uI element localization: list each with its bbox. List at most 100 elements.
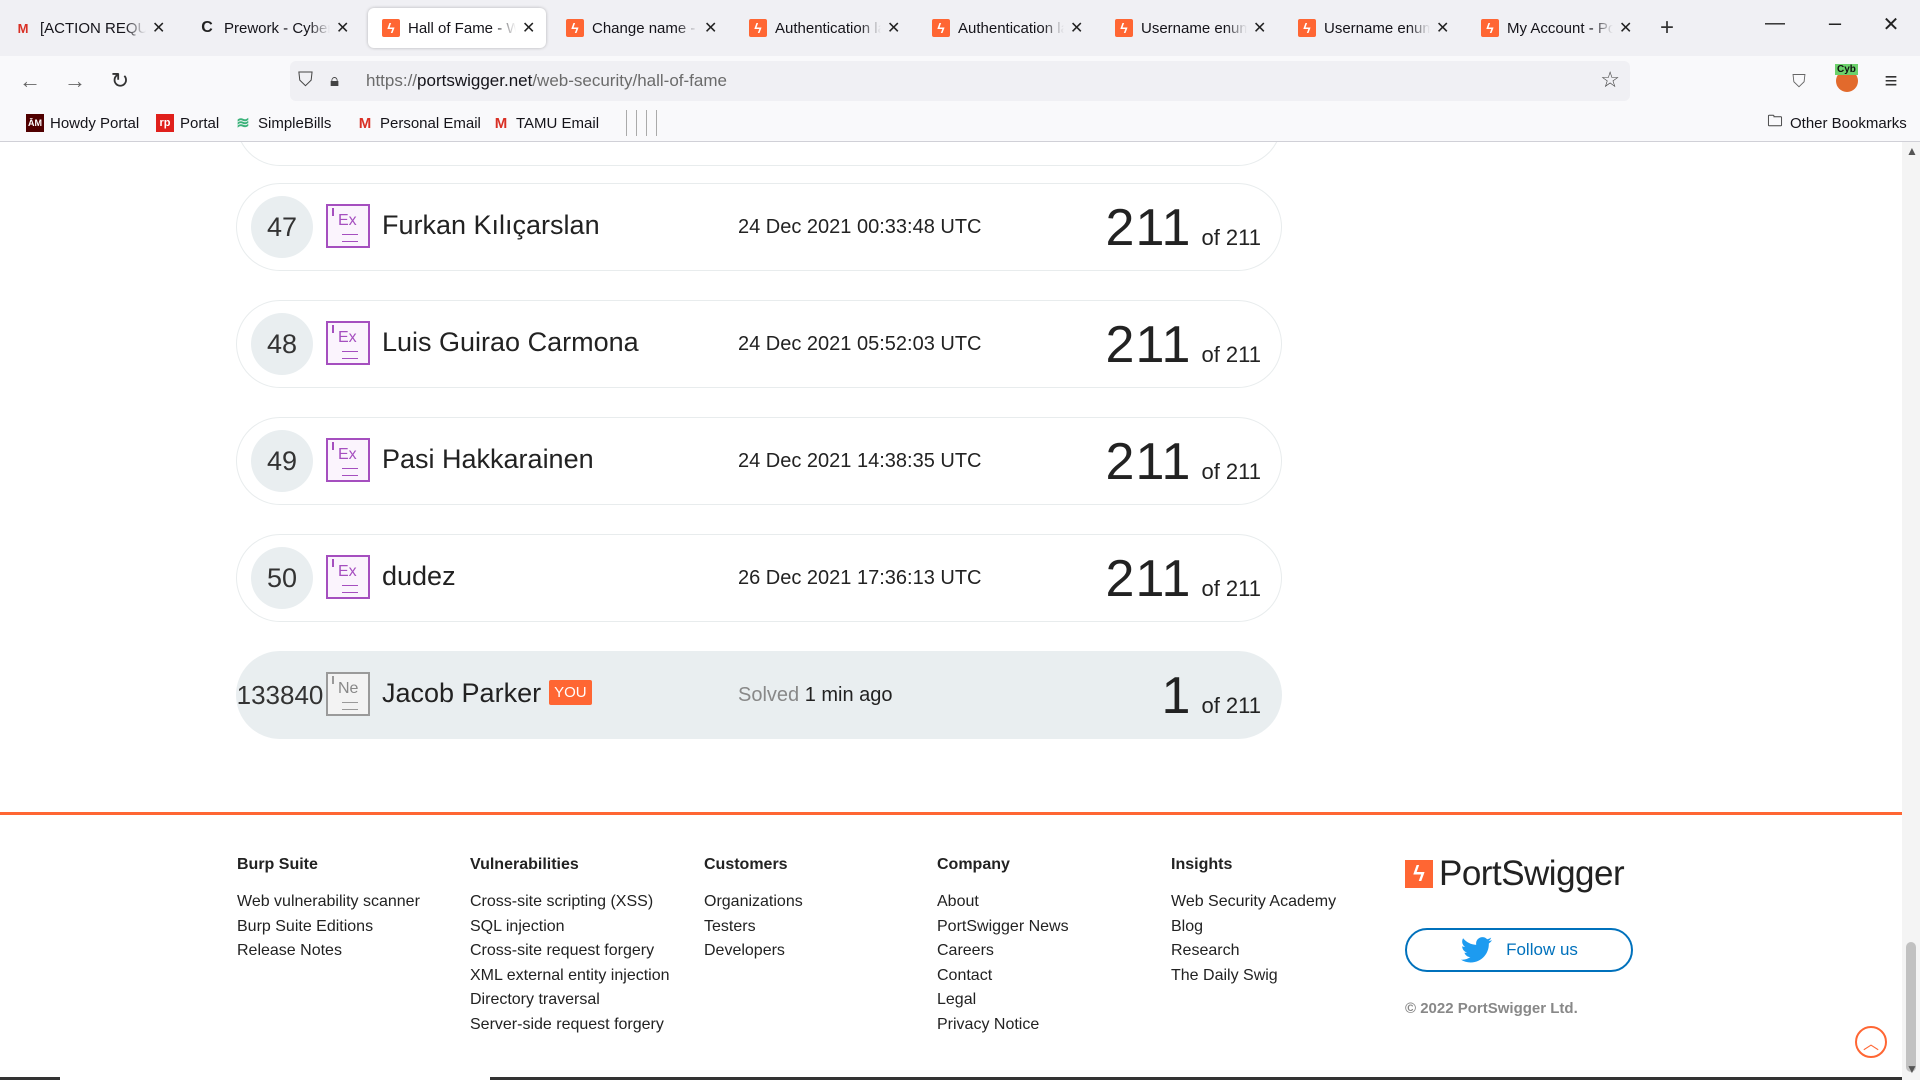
- tab-authentication-lab-2[interactable]: ϟ Authentication lab ✕: [918, 8, 1094, 48]
- bookmark-howdy-portal[interactable]: ĀM Howdy Portal: [26, 114, 139, 132]
- bookmark-separator: [636, 110, 637, 136]
- copyright-text: © 2022 PortSwigger Ltd.: [1405, 1000, 1578, 1017]
- back-arrow-icon[interactable]: ←: [15, 66, 45, 96]
- tab-title: Username enumeration: [1324, 19, 1430, 37]
- close-icon[interactable]: ✕: [1436, 18, 1450, 38]
- tab-hall-of-fame[interactable]: ϟ Hall of Fame - Web Security Academy ✕: [368, 8, 546, 48]
- footer-link[interactable]: Directory traversal: [470, 990, 670, 1015]
- footer-link[interactable]: PortSwigger News: [937, 917, 1069, 942]
- reload-icon[interactable]: ↻: [105, 66, 135, 96]
- close-icon[interactable]: ✕: [1619, 18, 1633, 38]
- folder-icon: 🗀︎: [1767, 112, 1783, 130]
- portswigger-logo[interactable]: ϟ PortSwigger: [1405, 854, 1625, 894]
- footer-link[interactable]: Cross-site request forgery: [470, 941, 670, 966]
- footer-heading: Company: [937, 856, 1010, 873]
- footer-link[interactable]: Privacy Notice: [937, 1015, 1069, 1040]
- footer-link[interactable]: Blog: [1171, 917, 1336, 942]
- leaderboard-row: 47 Ex Furkan Kılıçarslan 24 Dec 2021 00:…: [236, 183, 1282, 271]
- footer-link[interactable]: Developers: [704, 941, 803, 966]
- vertical-scrollbar[interactable]: ▲ ▼: [1902, 142, 1920, 1080]
- user-name: Pasi Hakkarainen: [382, 444, 594, 474]
- tab-change-name[interactable]: ϟ Change name - PortSwigger ✕: [552, 8, 728, 48]
- bookmark-label: Portal: [180, 114, 220, 132]
- bookmark-personal-email[interactable]: M Personal Email: [356, 114, 481, 132]
- url-text[interactable]: https://portswigger.net/web-security/hal…: [366, 71, 727, 91]
- bookmark-star-icon[interactable]: ☆: [1600, 67, 1620, 93]
- footer-link[interactable]: The Daily Swig: [1171, 966, 1336, 991]
- bookmarks-toolbar: ĀM Howdy Portal rp Portal ≋ SimpleBills …: [0, 106, 1920, 142]
- footer-link[interactable]: Contact: [937, 966, 1069, 991]
- portswigger-icon: ϟ: [1115, 19, 1133, 37]
- scrollbar-thumb[interactable]: [1906, 942, 1916, 1072]
- score: 211 of 211: [1106, 432, 1261, 492]
- footer-column-customers: Customers Organizations Testers Develope…: [704, 856, 803, 966]
- footer-link[interactable]: Release Notes: [237, 941, 420, 966]
- footer-link[interactable]: Organizations: [704, 892, 803, 917]
- footer-heading: Vulnerabilities: [470, 856, 579, 873]
- pocket-icon[interactable]: ⛉: [1784, 66, 1814, 96]
- leaderboard-row: 49 Ex Pasi Hakkarainen 24 Dec 2021 14:38…: [236, 417, 1282, 505]
- footer-link[interactable]: Legal: [937, 990, 1069, 1015]
- footer-link[interactable]: Research: [1171, 941, 1336, 966]
- total-count: of 211: [1201, 576, 1261, 601]
- footer-link[interactable]: Careers: [937, 941, 1069, 966]
- minimize-window-icon[interactable]: —: [1760, 12, 1790, 35]
- close-icon[interactable]: ✕: [1070, 18, 1084, 38]
- tab-username-enumeration-2[interactable]: ϟ Username enumeration ✕: [1284, 8, 1460, 48]
- new-tab-icon[interactable]: +: [1660, 14, 1674, 42]
- bookmark-portal[interactable]: rp Portal: [156, 114, 219, 132]
- back-to-top-button[interactable]: ︿: [1855, 1026, 1887, 1058]
- tab-gmail-action-required[interactable]: M [ACTION REQUIRED] ✕: [0, 8, 176, 48]
- tab-title: Change name - PortSwigger: [592, 19, 698, 37]
- menu-icon[interactable]: ≡: [1876, 66, 1906, 96]
- scroll-up-arrow-icon[interactable]: ▲: [1906, 144, 1918, 158]
- footer-link[interactable]: Web vulnerability scanner: [237, 892, 420, 917]
- footer-link[interactable]: Burp Suite Editions: [237, 917, 420, 942]
- solved-time: 1 min ago: [804, 684, 893, 706]
- close-icon[interactable]: ✕: [887, 18, 901, 38]
- bookmark-tamu-email[interactable]: M TAMU Email: [492, 114, 599, 132]
- footer-link[interactable]: Web Security Academy: [1171, 892, 1336, 917]
- badge-label: Ex: [338, 212, 357, 229]
- footer-link[interactable]: Server-side request forgery: [470, 1015, 670, 1040]
- footer-link[interactable]: SQL injection: [470, 917, 670, 942]
- footer-link[interactable]: XML external entity injection: [470, 966, 670, 991]
- close-window-icon[interactable]: ✕: [1876, 12, 1906, 37]
- leaderboard-row-partial: [236, 142, 1282, 166]
- tab-my-account[interactable]: ϟ My Account - PortSwigger ✕: [1467, 8, 1643, 48]
- forward-arrow-icon[interactable]: →: [60, 66, 90, 96]
- score: 1 of 211: [1162, 666, 1261, 726]
- tab-title: Prework - Cybersecurity: [224, 19, 330, 37]
- solved-count: 211: [1105, 199, 1192, 257]
- solved-status: Solved 1 min ago: [738, 684, 893, 707]
- close-icon[interactable]: ✕: [336, 18, 350, 38]
- address-bar[interactable]: ⛉ 🔒︎ https://portswigger.net/web-securit…: [290, 61, 1630, 101]
- bookmark-simplebills[interactable]: ≋ SimpleBills: [234, 114, 331, 133]
- rank-number: 133840: [236, 679, 324, 710]
- tab-authentication-lab-1[interactable]: ϟ Authentication lab ✕: [735, 8, 911, 48]
- footer-link[interactable]: About: [937, 892, 1069, 917]
- footer-link[interactable]: Testers: [704, 917, 803, 942]
- lock-icon[interactable]: 🔒︎: [330, 71, 339, 91]
- close-icon[interactable]: ✕: [522, 18, 536, 38]
- page-content: 47 Ex Furkan Kılıçarslan 24 Dec 2021 00:…: [0, 142, 1902, 1080]
- gmail-icon: M: [17, 20, 29, 36]
- footer-divider: [0, 812, 1902, 815]
- scroll-down-arrow-icon[interactable]: ▼: [1906, 1062, 1918, 1076]
- tab-strip: M [ACTION REQUIRED] ✕ C Prework - Cybers…: [0, 0, 1920, 56]
- close-icon[interactable]: ✕: [704, 18, 718, 38]
- close-icon[interactable]: ✕: [1253, 18, 1267, 38]
- tab-prework[interactable]: C Prework - Cybersecurity ✕: [184, 8, 360, 48]
- tab-username-enumeration-1[interactable]: ϟ Username enumeration ✕: [1101, 8, 1277, 48]
- rank-number: 49: [251, 430, 313, 492]
- shield-icon[interactable]: ⛉: [298, 69, 313, 92]
- solved-label: Solved: [738, 684, 800, 706]
- extension-cyb-icon[interactable]: Cyb: [1832, 64, 1862, 96]
- follow-us-button[interactable]: Follow us: [1405, 928, 1633, 972]
- footer-link[interactable]: Cross-site scripting (XSS): [470, 892, 670, 917]
- minimize-icon[interactable]: –: [1820, 10, 1850, 36]
- leaderboard-row-current-user: 133840 Ne Jacob Parker YOU Solved 1 min a…: [236, 651, 1282, 739]
- close-icon[interactable]: ✕: [152, 18, 166, 38]
- bookmark-separator: [656, 110, 657, 136]
- other-bookmarks-folder[interactable]: 🗀︎ Other Bookmarks: [1766, 112, 1906, 132]
